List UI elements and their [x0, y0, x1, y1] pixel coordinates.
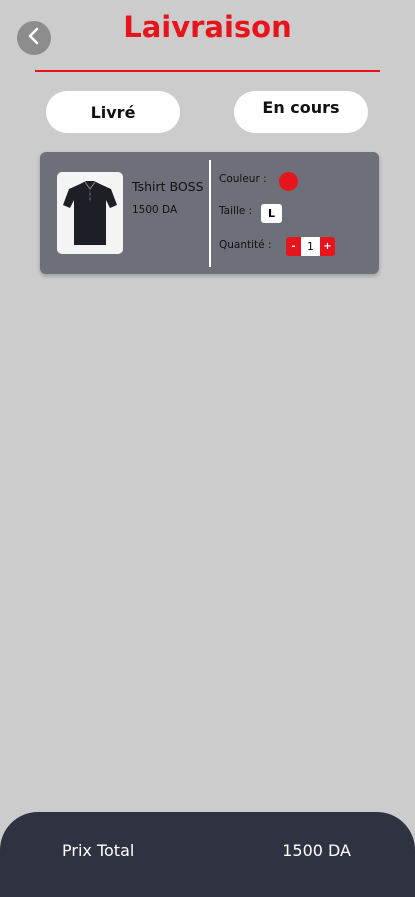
product-price: 1500 DA — [132, 204, 178, 216]
increment-button[interactable]: + — [320, 237, 335, 256]
decrement-button[interactable]: - — [286, 237, 301, 256]
quantity-label: Quantité : — [219, 239, 272, 251]
tab-livre-label: Livré — [90, 102, 136, 122]
size-value[interactable]: L — [261, 204, 282, 223]
card-divider — [209, 160, 211, 267]
total-footer: Prix Total 1500 DA — [0, 812, 415, 897]
order-item-card[interactable]: Tshirt BOSS 1500 DA Couleur : Taille : L… — [40, 152, 379, 274]
title-divider — [35, 70, 380, 72]
tab-en-cours[interactable]: En cours — [234, 91, 368, 133]
product-image — [57, 172, 123, 254]
tab-livre[interactable]: Livré — [46, 91, 180, 133]
page-title: Laivraison — [123, 10, 292, 44]
polo-shirt-icon — [63, 181, 117, 245]
product-name: Tshirt BOSS — [132, 179, 204, 194]
color-label: Couleur : — [219, 173, 267, 185]
total-value: 1500 DA — [282, 841, 351, 860]
total-label: Prix Total — [62, 841, 135, 860]
quantity-value: 1 — [301, 237, 320, 256]
quantity-stepper: - 1 + — [286, 237, 335, 256]
size-label: Taille : — [219, 205, 253, 217]
tab-en-cours-label: En cours — [262, 98, 340, 117]
color-swatch[interactable] — [279, 172, 298, 191]
